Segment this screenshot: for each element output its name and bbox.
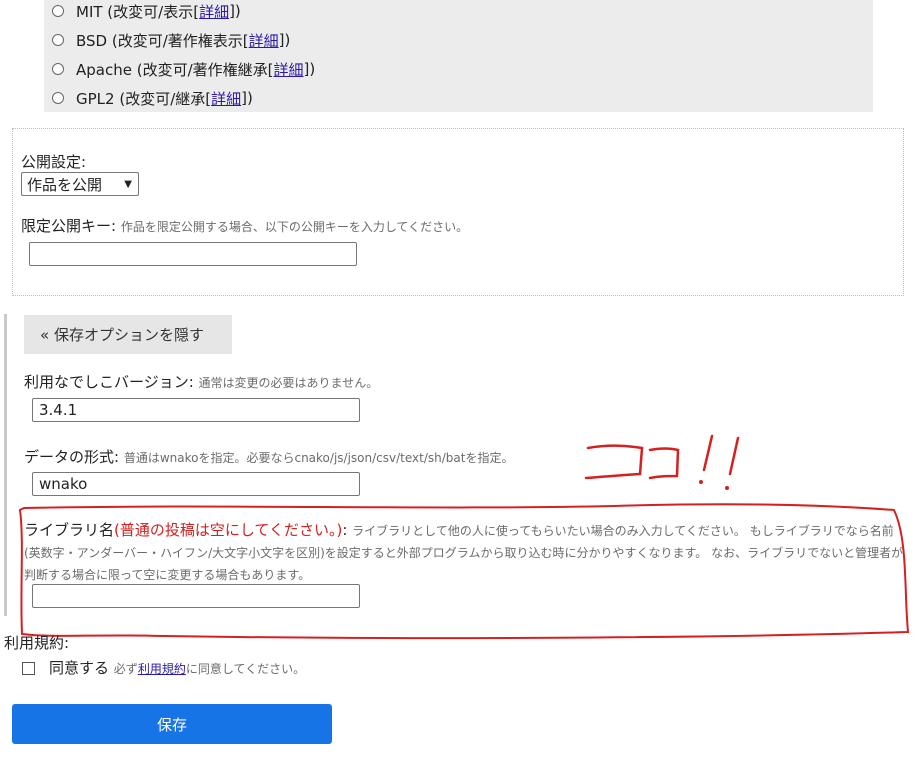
library-warning: (普通の投稿は空にしてください。) (114, 521, 343, 539)
license-detail-link[interactable]: 詳細 (249, 30, 279, 51)
handwritten-annotation (584, 434, 740, 490)
hide-options-button[interactable]: « 保存オプションを隠す (24, 315, 232, 354)
publish-key-row: 限定公開キー: 作品を限定公開する場合、以下の公開キーを入力してください。 (21, 215, 468, 236)
radio-button[interactable] (52, 34, 64, 46)
radio-button[interactable] (52, 5, 64, 17)
library-row: ライブラリ名(普通の投稿は空にしてください。): ライブラリとして他の人に使って… (24, 520, 908, 586)
version-label: 利用なでしこバージョン: (24, 373, 194, 391)
publish-select[interactable]: 作品を公開 ▼ (21, 172, 139, 196)
agree-label[interactable]: 同意する (49, 659, 109, 677)
format-label: データの形式: (24, 448, 120, 466)
publish-label: 公開設定: (21, 153, 87, 171)
license-option-mit[interactable]: MIT (改変可/表示[詳細]) (52, 0, 241, 22)
publish-settings: 公開設定: 作品を公開 ▼ 限定公開キー: 作品を限定公開する場合、以下の公開キ… (12, 128, 904, 296)
version-hint: 通常は変更の必要はありません。 (198, 376, 379, 390)
terms-link[interactable]: 利用規約 (138, 662, 186, 676)
format-value: wnako (39, 475, 88, 493)
license-option-close: ]) (241, 89, 253, 107)
license-detail-link[interactable]: 詳細 (199, 1, 229, 22)
agree-checkbox[interactable] (22, 662, 35, 675)
license-option-apache[interactable]: Apache (改変可/著作権継承[詳細]) (52, 58, 315, 80)
radio-button[interactable] (52, 63, 64, 75)
license-option-close: ]) (278, 31, 291, 49)
terms-hint-prefix: 必ず (113, 662, 138, 676)
publish-key-label: 限定公開キー: (21, 217, 117, 235)
license-option-label: BSD (改変可/著作権表示[ (76, 31, 249, 50)
terms-label: 利用規約: (4, 634, 70, 652)
license-option-gpl2[interactable]: GPL2 (改変可/継承[詳細]) (52, 87, 253, 109)
radio-button[interactable] (52, 92, 64, 104)
license-option-close: ]) (229, 2, 241, 20)
license-option-label: MIT (改変可/表示[ (76, 2, 200, 21)
library-label: ライブラリ名 (24, 521, 115, 539)
license-option-close: ]) (303, 60, 316, 78)
license-option-label: Apache (改変可/著作権継承[ (76, 60, 274, 79)
publish-select-value: 作品を公開 (27, 175, 103, 194)
version-value: 3.4.1 (39, 401, 78, 419)
publish-key-input[interactable] (29, 242, 357, 266)
license-option-bsd[interactable]: BSD (改変可/著作権表示[詳細]) (52, 29, 290, 51)
chevron-down-icon: ▼ (124, 178, 132, 190)
publish-key-hint: 作品を限定公開する場合、以下の公開キーを入力してください。 (120, 220, 469, 234)
library-colon: : (342, 521, 348, 539)
license-option-label: GPL2 (改変可/継承[ (76, 89, 212, 108)
format-hint: 普通はwnakoを指定。必要ならcnako/js/json/csv/text/s… (123, 451, 514, 465)
options-left-border (4, 314, 7, 616)
license-detail-link[interactable]: 詳細 (211, 88, 241, 109)
save-button[interactable]: 保存 (12, 704, 332, 744)
license-options: MIT (改変可/表示[詳細]) BSD (改変可/著作権表示[詳細]) Apa… (44, 0, 873, 112)
library-input[interactable] (32, 584, 360, 608)
format-row: データの形式: 普通はwnakoを指定。必要ならcnako/js/json/cs… (24, 446, 513, 467)
version-row: 利用なでしこバージョン: 通常は変更の必要はありません。 (24, 371, 378, 392)
terms-hint-suffix: に同意してください。 (185, 662, 306, 676)
license-detail-link[interactable]: 詳細 (273, 59, 303, 80)
format-input[interactable]: wnako (32, 472, 360, 496)
version-input[interactable]: 3.4.1 (32, 398, 360, 422)
terms-row: 同意する 必ず利用規約に同意してください。 (22, 657, 305, 678)
